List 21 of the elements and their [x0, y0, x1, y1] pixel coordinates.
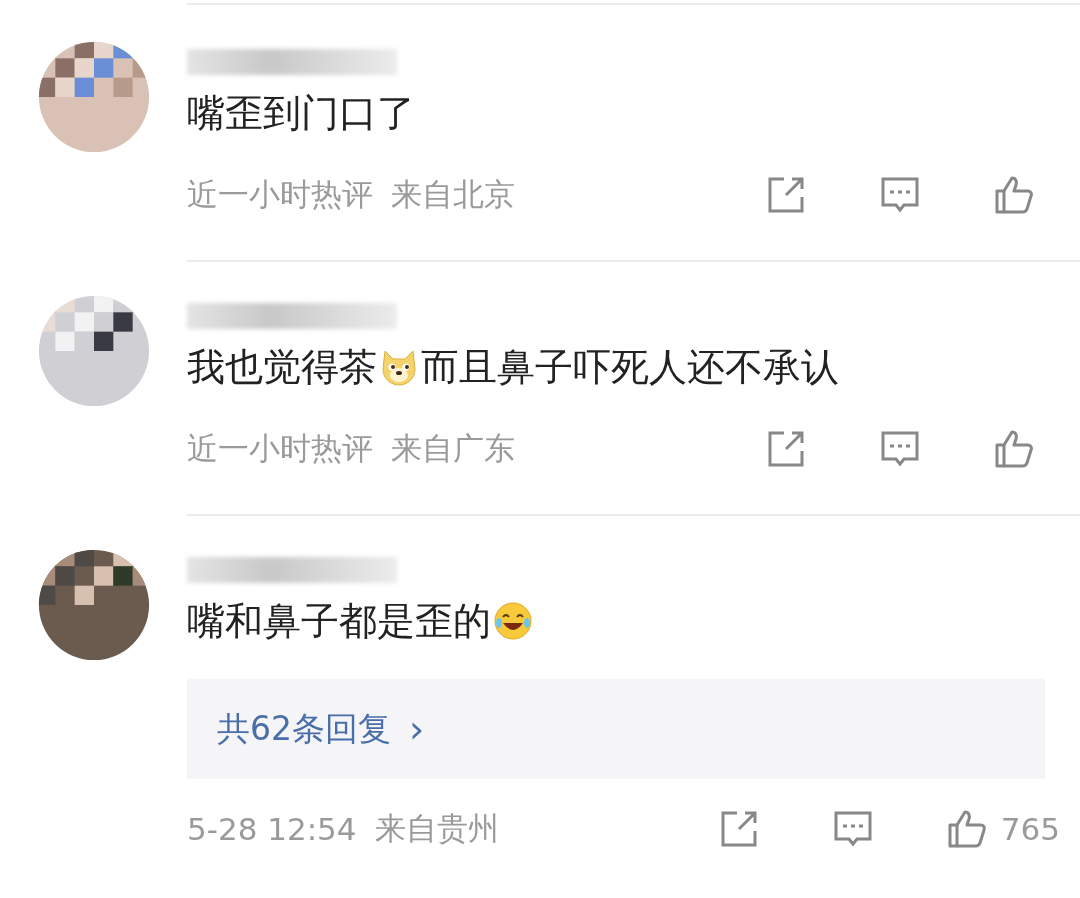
like-count: 765 [1000, 811, 1060, 847]
thumbs-up-icon[interactable] [946, 809, 987, 849]
comment-icon[interactable] [880, 429, 920, 469]
thumbs-up-icon[interactable] [994, 175, 1034, 215]
comment-location: 来自广东 [391, 429, 515, 468]
comment-time: 近一小时热评 [187, 175, 373, 214]
comment-icon[interactable] [832, 809, 873, 849]
comment-text: 我也觉得茶 [187, 343, 377, 391]
comment-time: 近一小时热评 [187, 429, 373, 468]
comment-time: 5-28 12:54 [187, 811, 357, 847]
comment-text: 而且鼻子吓死人还不承认 [421, 343, 839, 391]
laughing-emoji-icon [493, 601, 533, 641]
comment-text: 嘴和鼻子都是歪的 [187, 597, 491, 645]
comment-icon[interactable] [880, 175, 920, 215]
thumbs-up-icon[interactable] [994, 429, 1034, 469]
comment-text: 嘴歪到门口了 [187, 89, 415, 137]
comment-location: 来自北京 [391, 175, 515, 214]
share-icon[interactable] [766, 175, 806, 215]
share-icon[interactable] [766, 429, 806, 469]
replies-link[interactable]: 共62条回复 › [187, 679, 1045, 779]
comment-location: 来自贵州 [374, 809, 499, 848]
